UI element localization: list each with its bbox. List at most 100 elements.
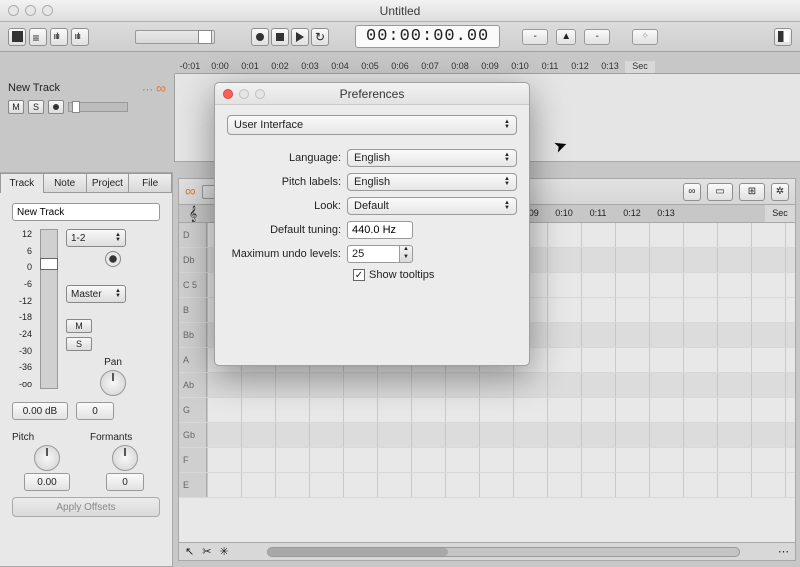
horizontal-scrollbar[interactable] [267,547,740,557]
volume-fader[interactable] [40,229,58,389]
language-select[interactable]: English▲▼ [347,149,517,167]
ruler-tick: 0:09 [475,61,505,73]
close-window-icon[interactable] [8,5,19,16]
show-tooltips-checkbox[interactable]: ✓ [353,269,365,281]
bus-select[interactable]: Master▲▼ [66,285,126,303]
stepper-down-icon[interactable]: ▼ [400,254,412,262]
editor-view-icon[interactable]: ▭ [707,183,733,201]
default-tuning-label: Default tuning: [227,224,347,236]
window-titlebar: Untitled [0,0,800,22]
window-controls [8,5,53,16]
transport-controls: ↻ [251,28,329,46]
zoom-window-icon[interactable] [42,5,53,16]
pitch-value[interactable]: 0.00 [24,473,70,491]
right-panel-toggle-icon[interactable] [774,28,792,46]
view-mode-1-icon[interactable] [8,28,26,46]
time-ruler[interactable]: -0:01 0:00 0:01 0:02 0:03 0:04 0:05 0:06… [175,52,800,74]
look-label: Look: [227,200,347,212]
tab-project[interactable]: Project [87,173,130,193]
default-tuning-input[interactable] [347,221,413,239]
pan-knob[interactable] [100,370,126,396]
ruler-tick: -0:01 [175,61,205,73]
bus-mute-button[interactable]: M [66,319,92,333]
main-toolbar: ↻ 00:00:00.00 - ▲ - ✧ [0,22,800,52]
tool-hand-icon[interactable]: ✳ [219,545,228,558]
pitch-labels-label: Pitch labels: [227,176,347,188]
record-button[interactable] [251,28,269,46]
metronome-icon[interactable]: ▲ [556,29,576,45]
ruler-tick: 0:04 [325,61,355,73]
track-name[interactable]: New Track [8,82,60,94]
editor-link-icon[interactable]: ∞ [683,183,701,201]
ruler-tick: 0:10 [505,61,535,73]
link-icon[interactable]: ∞ [156,80,166,96]
pan-value[interactable]: 0 [76,402,114,420]
undo-levels-label: Maximum undo levels: [227,248,347,260]
tool-button[interactable]: ✧ [632,29,658,45]
link-icon[interactable]: ∞ [185,183,196,200]
mute-button[interactable]: M [8,100,24,114]
dialog-minimize-icon [239,89,249,99]
bus-solo-button[interactable]: S [66,337,92,351]
timecode-display[interactable]: 00:00:00.00 [355,25,500,48]
dialog-title: Preferences [340,87,405,101]
view-mode-4-icon[interactable] [71,28,89,46]
tab-note[interactable]: Note [44,173,87,193]
view-mode-3-icon[interactable] [50,28,68,46]
tab-file[interactable]: File [129,173,172,193]
formants-value[interactable]: 0 [106,473,144,491]
preferences-dialog: Preferences User Interface▲▼ Language: E… [214,82,530,366]
tool-cut-icon[interactable]: ✂ [202,545,211,558]
ruler-tick: 0:06 [385,61,415,73]
pan-label: Pan [66,357,160,368]
ruler-sec-label: Sec [625,61,655,73]
ruler-tick: 0:11 [535,61,565,73]
ruler-tick: 0:02 [265,61,295,73]
track-name-input[interactable] [12,203,160,221]
stop-button[interactable] [271,28,289,46]
dialog-titlebar[interactable]: Preferences [215,83,529,105]
editor-snap-icon[interactable]: ⊞ [739,183,765,201]
track-options-icon[interactable]: ⋯ ∞ [142,80,166,96]
play-button[interactable] [291,28,309,46]
editor-footer: ↖ ✂ ✳ ⋯ [179,542,795,560]
ruler-tick: 0:05 [355,61,385,73]
solo-button[interactable]: S [28,100,44,114]
meter-scale: 12 6 0 -6 -12 -18 -24 -30 -36 -oo [12,229,32,389]
tempo-down-button[interactable]: - [522,29,548,45]
editor-menu-icon[interactable]: ⋯ [778,545,789,558]
show-tooltips-label: Show tooltips [369,269,434,281]
ruler-tick: 0:12 [565,61,595,73]
formants-knob[interactable] [112,445,138,471]
zoom-slider[interactable] [135,30,215,44]
channel-select[interactable]: 1-2▲▼ [66,229,126,247]
dialog-zoom-icon [255,89,265,99]
formants-label: Formants [90,432,160,443]
undo-levels-stepper[interactable]: 25 ▲▼ [347,245,413,263]
apply-offsets-button[interactable]: Apply Offsets [12,497,160,517]
view-mode-2-icon[interactable] [29,28,47,46]
pitch-label: Pitch [12,432,82,443]
input-monitor-icon[interactable] [105,251,121,267]
tool-cursor-icon[interactable]: ↖ [185,545,194,558]
prefs-section-select[interactable]: User Interface▲▼ [227,115,517,135]
window-title: Untitled [380,4,421,18]
inspector-tabs: Track Note Project File [0,173,172,193]
tab-track[interactable]: Track [0,173,44,193]
look-select[interactable]: Default▲▼ [347,197,517,215]
record-arm-button[interactable] [48,100,64,114]
dialog-close-icon[interactable] [223,89,233,99]
track-header: New Track ⋯ ∞ M S [0,74,175,162]
pitch-labels-select[interactable]: English▲▼ [347,173,517,191]
editor-settings-icon[interactable]: ✲ [771,183,789,201]
pitch-knob[interactable] [34,445,60,471]
ruler-tick: 0:01 [235,61,265,73]
language-label: Language: [227,152,347,164]
track-gain-slider[interactable] [68,102,128,112]
db-value[interactable]: 0.00 dB [12,402,68,420]
loop-button[interactable]: ↻ [311,28,329,46]
stepper-up-icon[interactable]: ▲ [400,246,412,254]
minimize-window-icon[interactable] [25,5,36,16]
clef-icon: 𝄞 [179,205,207,222]
tempo-up-button[interactable]: - [584,29,610,45]
